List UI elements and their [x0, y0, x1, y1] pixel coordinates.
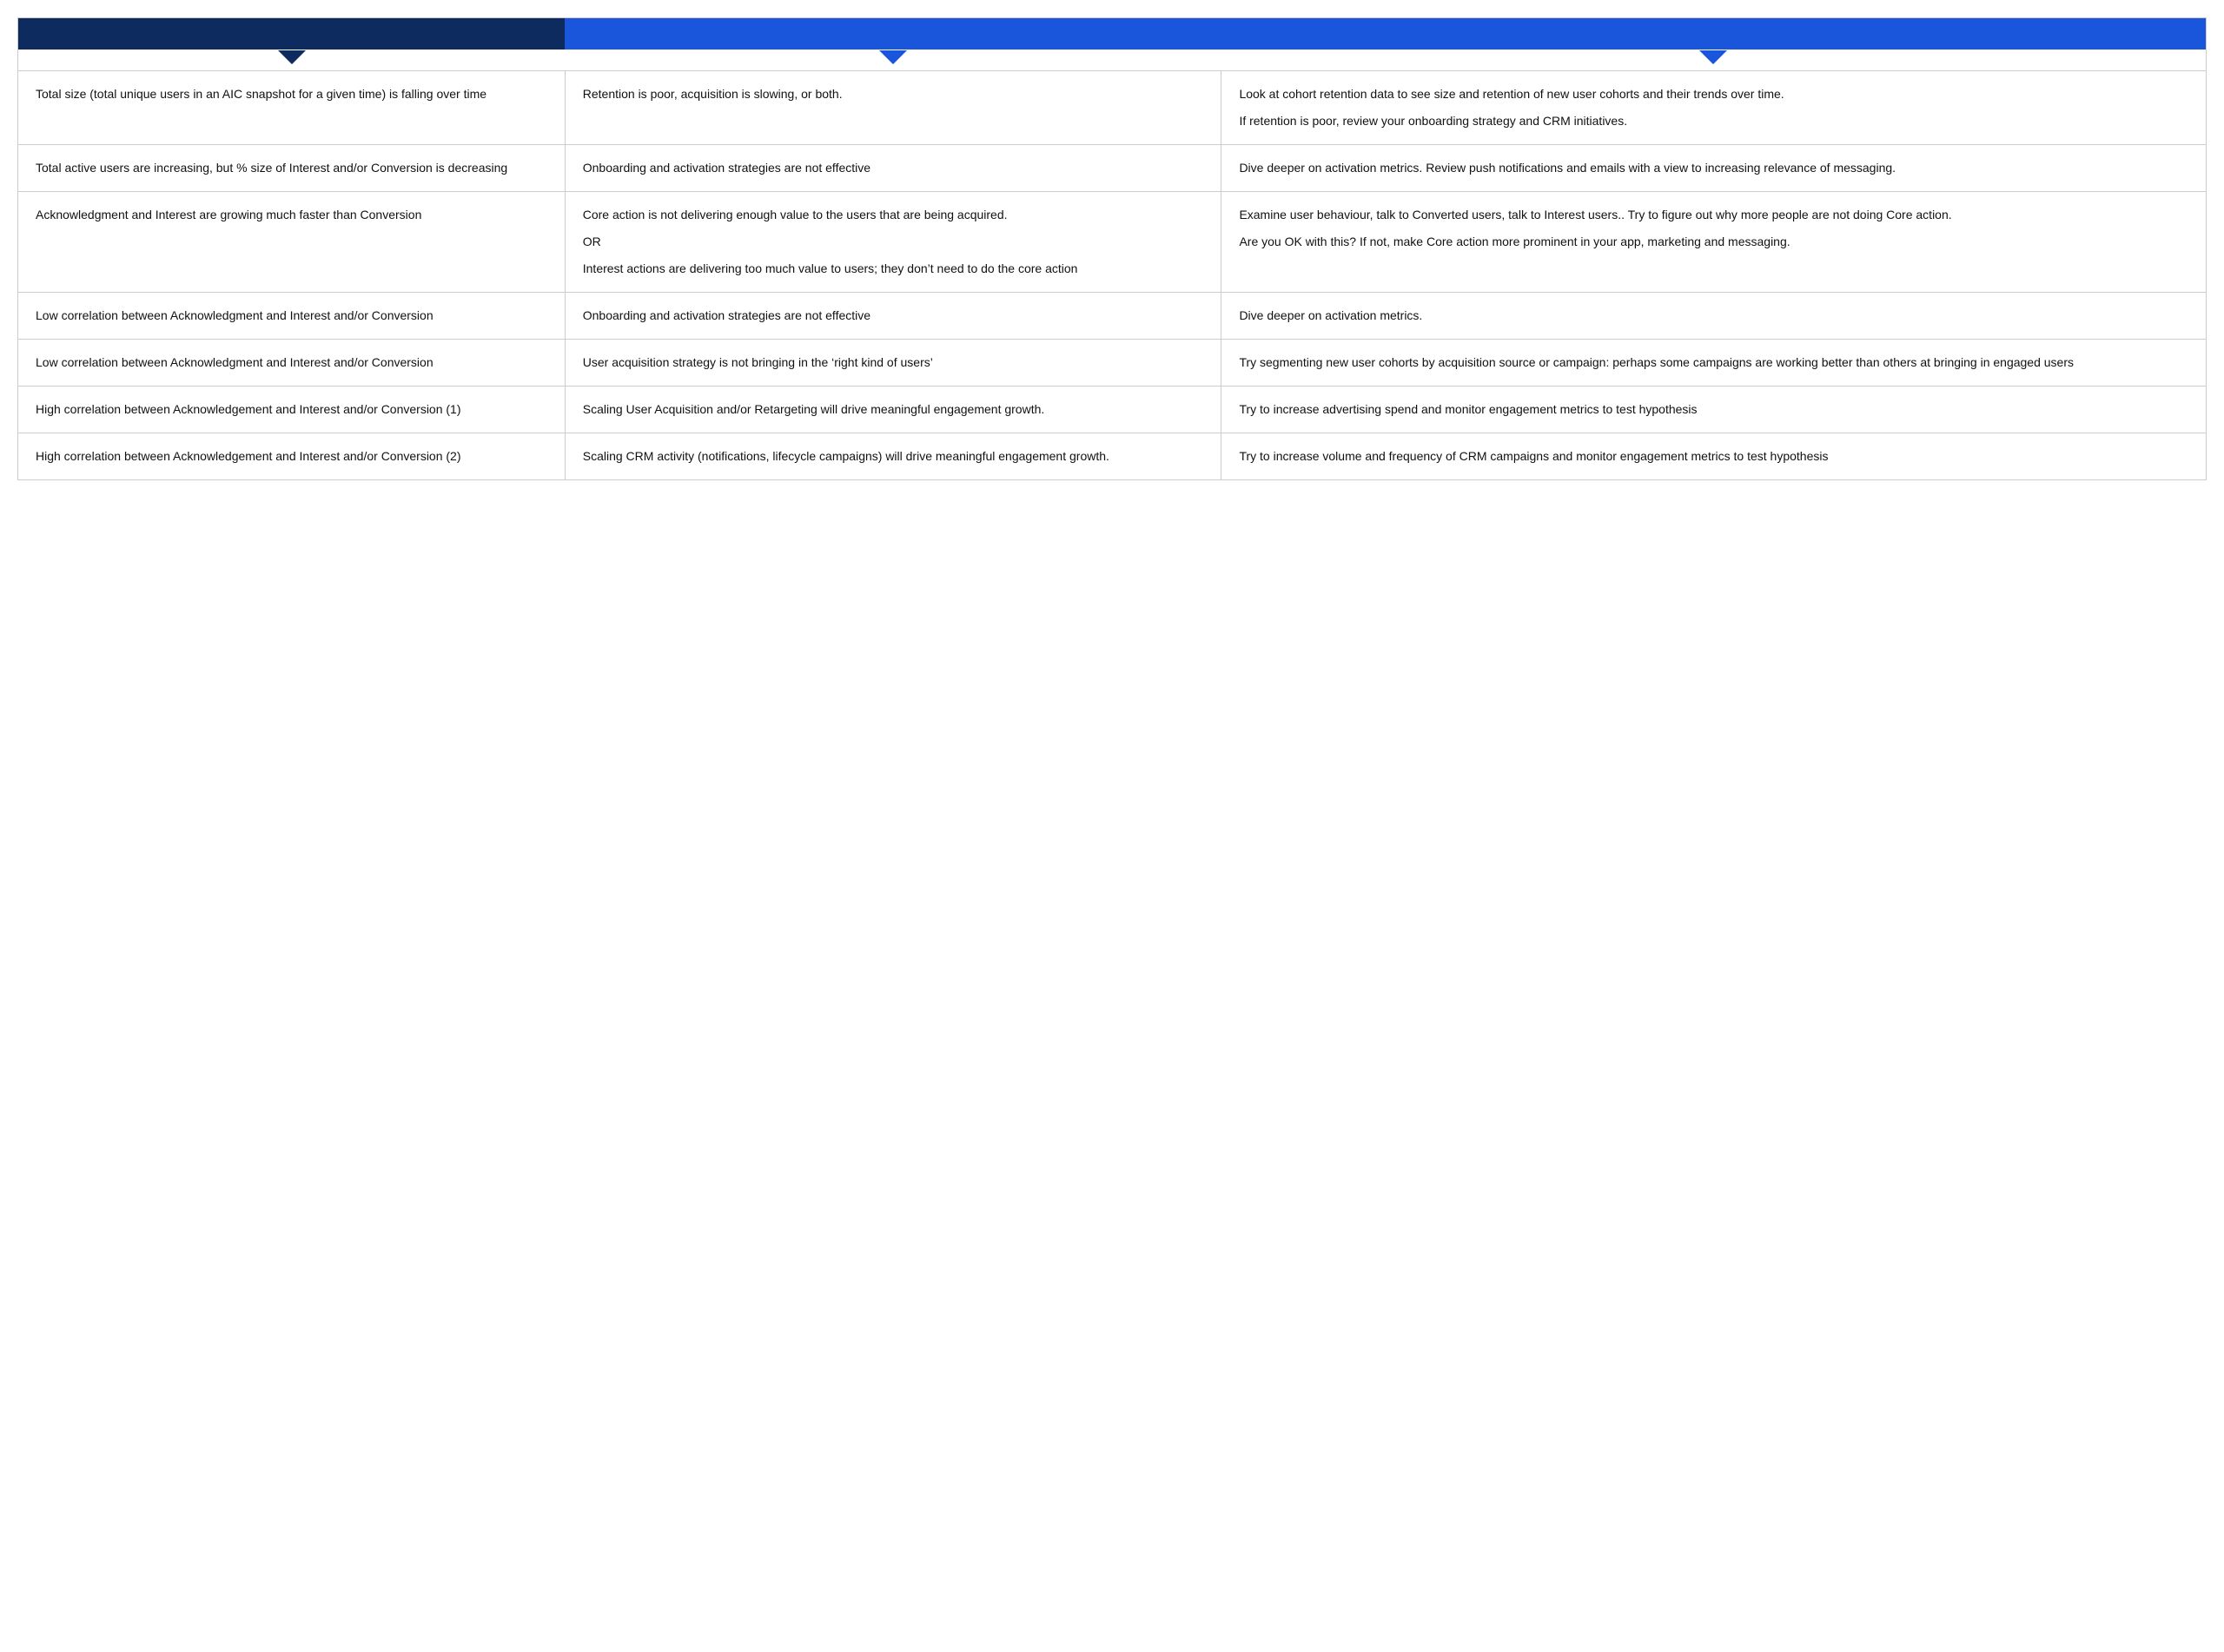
- table-row: Low correlation between Acknowledgment a…: [18, 292, 2207, 339]
- action-text: If retention is poor, review your onboar…: [1239, 112, 2188, 130]
- action-cell: Dive deeper on activation metrics. Revie…: [1221, 144, 2207, 191]
- action-cell: Try segmenting new user cohorts by acqui…: [1221, 339, 2207, 386]
- hypothesis-cell: Onboarding and activation strategies are…: [565, 292, 1221, 339]
- hypothesis-cell: Retention is poor, acquisition is slowin…: [565, 70, 1221, 144]
- hypothesis-text: Interest actions are delivering too much…: [583, 260, 1204, 278]
- action-text: Dive deeper on activation metrics.: [1239, 307, 2188, 325]
- signal-cell: High correlation between Acknowledgement…: [18, 433, 566, 479]
- action-cell: Examine user behaviour, talk to Converte…: [1221, 191, 2207, 292]
- signal-cell: Total active users are increasing, but %…: [18, 144, 566, 191]
- hypothesis-text: Core action is not delivering enough val…: [583, 206, 1204, 224]
- chevron-action-cell: [1221, 50, 2207, 70]
- signal-cell: Total size (total unique users in an AIC…: [18, 70, 566, 144]
- action-text: Try segmenting new user cohorts by acqui…: [1239, 354, 2188, 372]
- action-text: Examine user behaviour, talk to Converte…: [1239, 206, 2188, 224]
- hypothesis-cell: Scaling User Acquisition and/or Retarget…: [565, 386, 1221, 433]
- signal-cell: Low correlation between Acknowledgment a…: [18, 292, 566, 339]
- hypothesis-cell: Scaling CRM activity (notifications, lif…: [565, 433, 1221, 479]
- hypothesis-cell: Core action is not delivering enough val…: [565, 191, 1221, 292]
- action-cell: Try to increase volume and frequency of …: [1221, 433, 2207, 479]
- action-text: Look at cohort retention data to see siz…: [1239, 85, 2188, 103]
- action-cell: Dive deeper on activation metrics.: [1221, 292, 2207, 339]
- chevron-action-icon: [1699, 50, 1727, 64]
- table-row: High correlation between Acknowledgement…: [18, 386, 2207, 433]
- action-cell: Try to increase advertising spend and mo…: [1221, 386, 2207, 433]
- table-row: Total size (total unique users in an AIC…: [18, 70, 2207, 144]
- table-row: Acknowledgment and Interest are growing …: [18, 191, 2207, 292]
- table-row: High correlation between Acknowledgement…: [18, 433, 2207, 479]
- action-text: Are you OK with this? If not, make Core …: [1239, 233, 2188, 251]
- signal-cell: Acknowledgment and Interest are growing …: [18, 191, 566, 292]
- chevron-signal-cell: [18, 50, 566, 70]
- hypothesis-cell: User acquisition strategy is not bringin…: [565, 339, 1221, 386]
- action-text: Try to increase volume and frequency of …: [1239, 447, 2188, 466]
- chevron-signal-icon: [278, 50, 306, 64]
- chevron-hypothesis-icon: [879, 50, 907, 64]
- main-table: Total size (total unique users in an AIC…: [17, 17, 2207, 480]
- signal-cell: Low correlation between Acknowledgment a…: [18, 339, 566, 386]
- chevron-hypothesis-cell: [565, 50, 1221, 70]
- action-cell: Look at cohort retention data to see siz…: [1221, 70, 2207, 144]
- action-text: Try to increase advertising spend and mo…: [1239, 400, 2188, 419]
- table-row: Total active users are increasing, but %…: [18, 144, 2207, 191]
- header-signal: [18, 18, 566, 50]
- table-row: Low correlation between Acknowledgment a…: [18, 339, 2207, 386]
- header-hypothesis: [565, 18, 1221, 50]
- action-text: Dive deeper on activation metrics. Revie…: [1239, 159, 2188, 177]
- header-action: [1221, 18, 2207, 50]
- signal-cell: High correlation between Acknowledgement…: [18, 386, 566, 433]
- hypothesis-text: OR: [583, 233, 1204, 251]
- hypothesis-cell: Onboarding and activation strategies are…: [565, 144, 1221, 191]
